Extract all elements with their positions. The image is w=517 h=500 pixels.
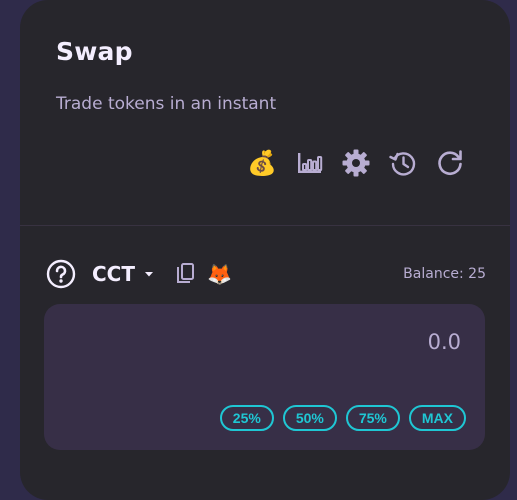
- token-symbol: CCT: [92, 262, 135, 286]
- quick-amount-buttons: 25% 50% 75% MAX: [211, 405, 466, 431]
- balance-label: Balance: 25: [403, 266, 486, 282]
- history-icon: [389, 152, 416, 176]
- money-bag-icon: 💰: [247, 149, 277, 177]
- amount-input-panel: 0.0 25% 50% 75% MAX: [44, 304, 485, 450]
- header-toolbar: 💰: [245, 146, 480, 180]
- header-divider: [20, 225, 510, 226]
- refresh-icon: [438, 150, 462, 175]
- page-subtitle: Trade tokens in an instant: [56, 94, 277, 114]
- chevron-down-icon: [143, 268, 155, 280]
- percent-75-button[interactable]: 75%: [345, 405, 400, 431]
- money-bag-button[interactable]: 💰: [245, 146, 279, 180]
- amount-input[interactable]: 0.0: [428, 330, 461, 354]
- settings-gear-icon: [342, 149, 370, 177]
- max-button[interactable]: MAX: [408, 405, 466, 431]
- chart-icon: [298, 153, 323, 173]
- percent-25-button[interactable]: 25%: [219, 405, 274, 431]
- settings-button[interactable]: [339, 146, 373, 180]
- refresh-button[interactable]: [433, 146, 467, 180]
- token-row: CCT 🦊 Balance: 25: [46, 258, 486, 290]
- percent-50-button[interactable]: 50%: [282, 405, 337, 431]
- token-selector[interactable]: CCT: [92, 262, 155, 286]
- page-title: Swap: [56, 37, 133, 66]
- history-button[interactable]: [386, 146, 420, 180]
- add-to-metamask-button[interactable]: 🦊: [207, 262, 233, 286]
- copy-address-button[interactable]: [175, 262, 197, 286]
- copy-icon: [177, 263, 194, 283]
- chart-button[interactable]: [292, 146, 326, 180]
- help-button[interactable]: [46, 259, 76, 289]
- question-circle-icon: [46, 259, 76, 289]
- swap-header: Swap Trade tokens in an instant 💰: [20, 0, 510, 226]
- metamask-fox-icon: 🦊: [207, 262, 232, 286]
- swap-card: Swap Trade tokens in an instant 💰 CCT 🦊 …: [20, 0, 510, 500]
